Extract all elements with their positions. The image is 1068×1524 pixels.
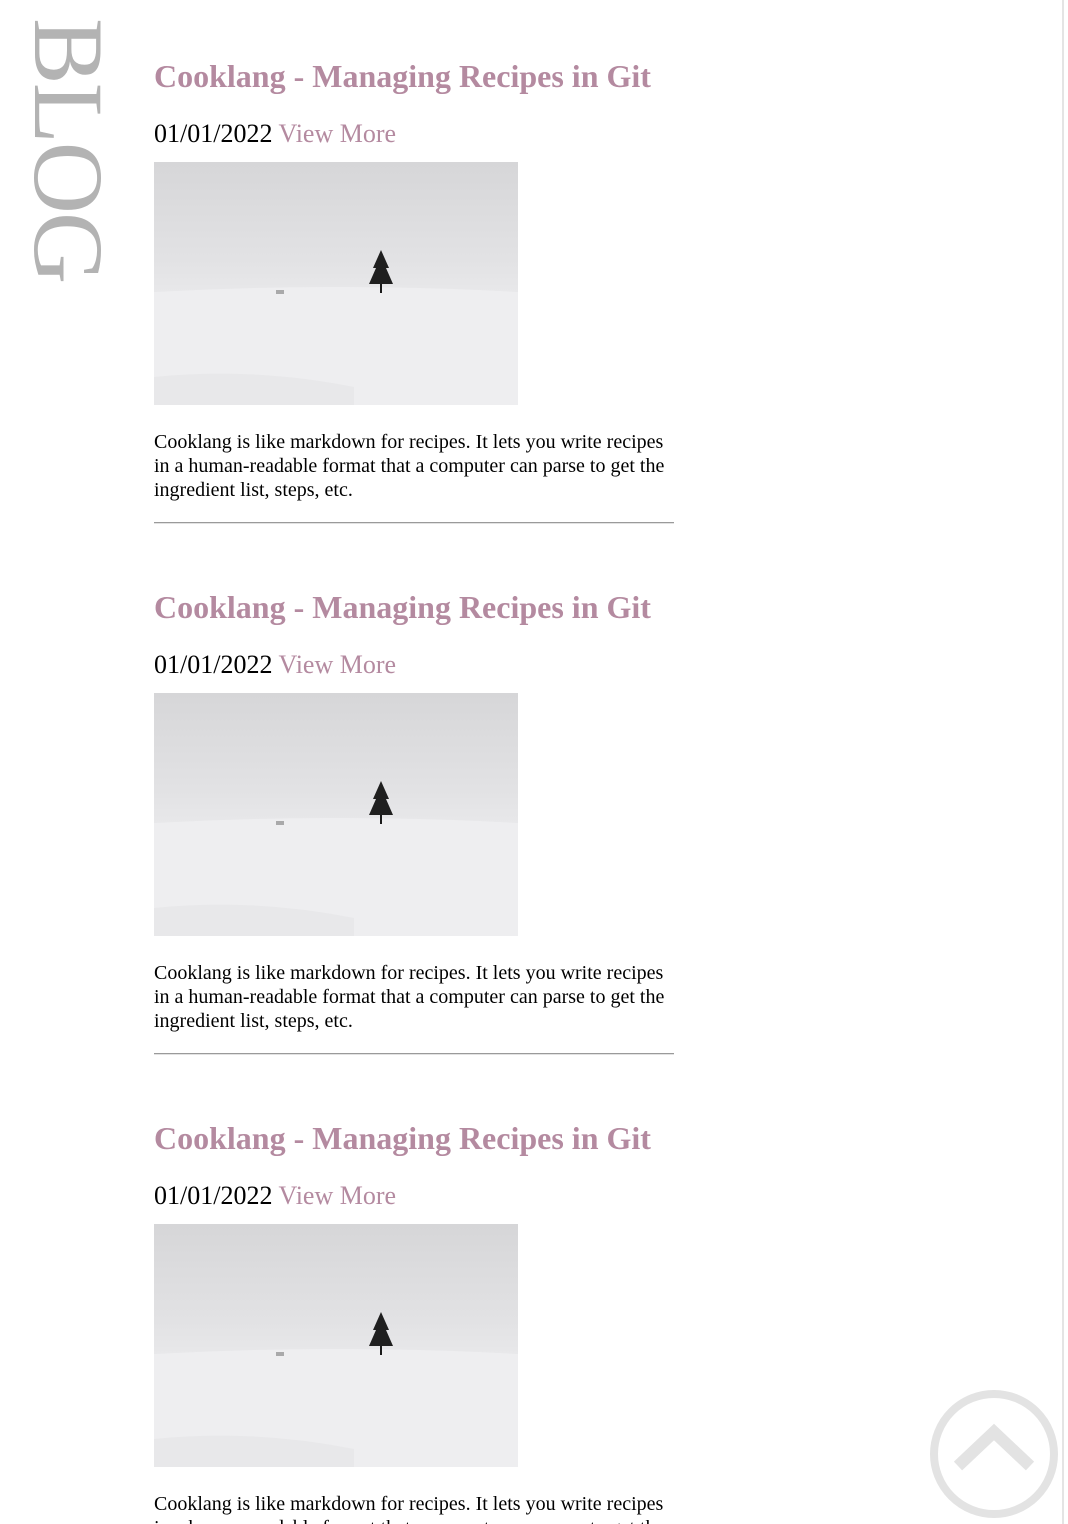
post-date: 01/01/2022 <box>154 650 273 679</box>
post-excerpt: Cooklang is like markdown for recipes. I… <box>154 962 665 1032</box>
post-excerpt: Cooklang is like markdown for recipes. I… <box>154 431 665 501</box>
post-image <box>154 693 518 936</box>
post-card: Cooklang - Managing Recipes in Git 01/01… <box>154 1062 674 1524</box>
post-meta: 01/01/2022 View More <box>154 118 396 150</box>
blog-page: BLOG Cooklang - Managing Recipes in Git … <box>0 0 1068 1524</box>
scrollbar-track[interactable] <box>1062 0 1064 1524</box>
post-meta: 01/01/2022 View More <box>154 1180 396 1212</box>
scroll-to-top-button[interactable] <box>928 1388 1060 1520</box>
post-list: Cooklang - Managing Recipes in Git 01/01… <box>154 0 674 1524</box>
post-card: Cooklang - Managing Recipes in Git 01/01… <box>154 0 674 531</box>
post-title-link[interactable]: Cooklang - Managing Recipes in Git <box>154 1118 651 1158</box>
post-title-link[interactable]: Cooklang - Managing Recipes in Git <box>154 587 651 627</box>
view-more-link[interactable]: View More <box>278 1181 396 1210</box>
post-date: 01/01/2022 <box>154 119 273 148</box>
post-title-link[interactable]: Cooklang - Managing Recipes in Git <box>154 56 651 96</box>
post-date: 01/01/2022 <box>154 1181 273 1210</box>
post-image <box>154 1224 518 1467</box>
view-more-link[interactable]: View More <box>278 119 396 148</box>
post-divider <box>154 1053 674 1055</box>
post-excerpt: Cooklang is like markdown for recipes. I… <box>154 1493 664 1524</box>
post-divider <box>154 522 674 524</box>
blog-side-title: BLOG <box>13 18 124 283</box>
chevron-up-circle-icon <box>930 1390 1058 1518</box>
post-meta: 01/01/2022 View More <box>154 649 396 681</box>
post-image <box>154 162 518 405</box>
post-card: Cooklang - Managing Recipes in Git 01/01… <box>154 531 674 1062</box>
view-more-link[interactable]: View More <box>278 650 396 679</box>
